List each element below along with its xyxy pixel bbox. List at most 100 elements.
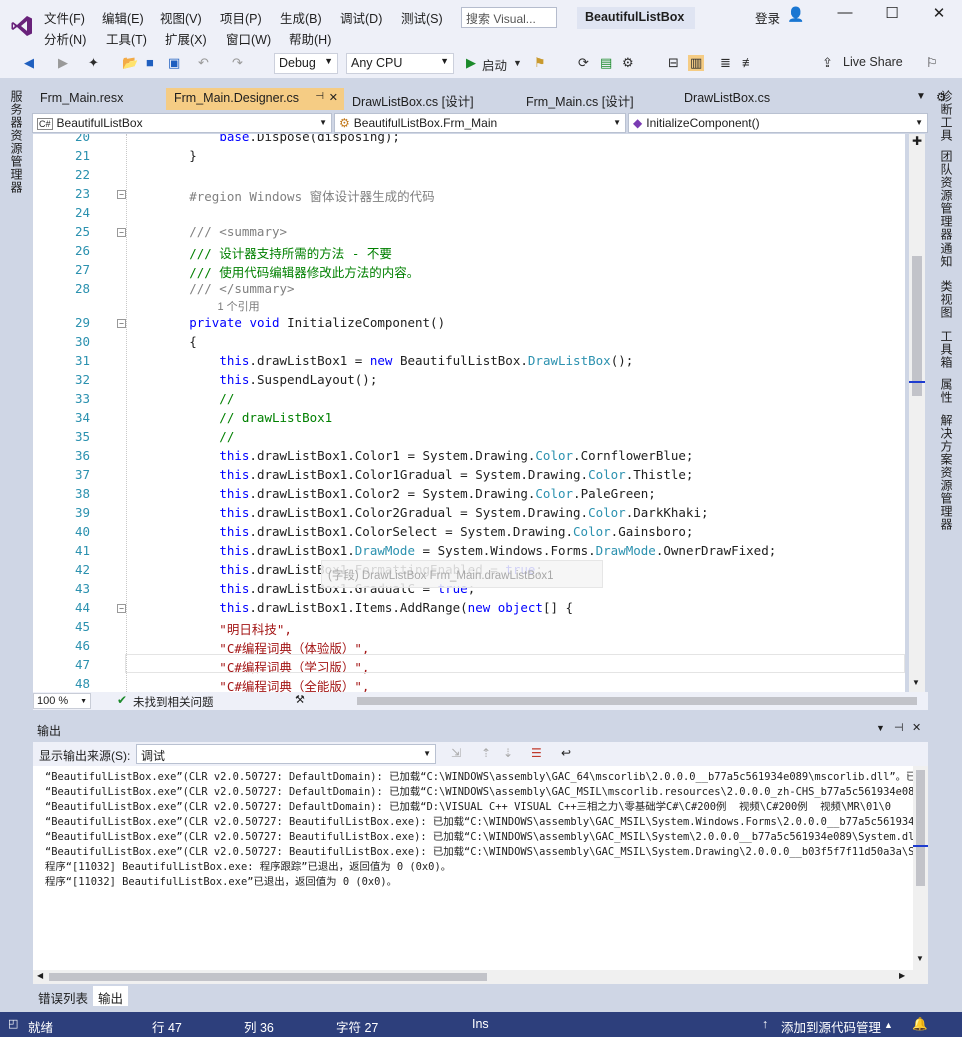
scroll-right-icon[interactable]: ▶: [899, 971, 905, 980]
editor-horizontal-scrollbar[interactable]: [357, 697, 917, 705]
search-input[interactable]: 搜索 Visual...: [461, 7, 557, 28]
scrollbar-thumb[interactable]: [916, 770, 925, 886]
tab-frm-main-designer[interactable]: Frm_Main.Designer.cs ⊣ ✕: [166, 88, 344, 110]
comment-icon[interactable]: ≣: [720, 55, 731, 71]
close-icon[interactable]: ✕: [912, 721, 921, 734]
class-view-tab[interactable]: 类视图: [938, 280, 955, 319]
menu-edit[interactable]: 编辑(E): [102, 8, 144, 27]
scroll-left-icon[interactable]: ◀: [37, 971, 43, 980]
toolbox-tab[interactable]: 工具箱: [938, 330, 955, 369]
split-icon[interactable]: ✚: [909, 134, 925, 150]
tab-output[interactable]: 输出: [93, 986, 129, 1006]
platform-select[interactable]: Any CPU ▼: [346, 53, 454, 74]
menu-build[interactable]: 生成(B): [280, 8, 322, 27]
open-folder-icon[interactable]: 📂: [122, 55, 138, 71]
collapse-region-icon[interactable]: −: [117, 319, 126, 328]
output-text[interactable]: “BeautifulListBox.exe”(CLR v2.0.50727: D…: [33, 766, 913, 970]
redo-icon[interactable]: ↷: [232, 55, 243, 71]
find-in-files-icon[interactable]: ⚑: [534, 55, 546, 71]
chevron-down-icon[interactable]: ▼: [513, 58, 522, 68]
new-project-icon[interactable]: ✦: [88, 55, 99, 71]
menu-project[interactable]: 项目(P): [220, 8, 262, 27]
collapse-region-icon[interactable]: −: [117, 190, 126, 199]
brush-icon[interactable]: ⚒: [295, 693, 305, 706]
menu-help[interactable]: 帮助(H): [289, 29, 331, 48]
uncomment-icon[interactable]: ≢: [742, 55, 755, 70]
browse-icon[interactable]: ▤: [600, 55, 612, 71]
back-icon[interactable]: ◀: [24, 55, 34, 71]
toggle-view-icon[interactable]: ▥: [688, 55, 705, 71]
notifications-tab[interactable]: 通知: [938, 242, 955, 268]
next-message-icon[interactable]: ⇣: [503, 746, 513, 760]
config-select[interactable]: Debug ▼: [274, 53, 338, 74]
forward-icon[interactable]: ▶: [58, 55, 68, 71]
collapse-region-icon[interactable]: −: [117, 228, 126, 237]
live-share-button[interactable]: Live Share: [843, 55, 903, 69]
notification-bell-icon[interactable]: 🔔: [912, 1017, 928, 1032]
scrollbar-thumb[interactable]: [49, 973, 487, 981]
save-all-icon[interactable]: ▣: [168, 55, 180, 71]
code-editor[interactable]: 20 base.Dispose(disposing); 21 } 22 23− #re…: [33, 134, 905, 692]
menu-file[interactable]: 文件(F): [44, 8, 85, 27]
output-vertical-scrollbar[interactable]: ▼: [913, 766, 928, 970]
menu-tools[interactable]: 工具(T): [106, 29, 147, 48]
user-icon[interactable]: 👤: [787, 6, 804, 23]
team-explorer-tab[interactable]: 团队资源管理器: [938, 150, 955, 241]
undo-icon[interactable]: ↶: [198, 55, 209, 71]
chevron-down-icon: ▼: [80, 698, 87, 705]
chevron-up-icon[interactable]: ▲: [884, 1020, 893, 1030]
output-horizontal-scrollbar[interactable]: ◀ ▶: [33, 970, 928, 984]
word-wrap-icon[interactable]: ↩: [561, 746, 571, 760]
collapse-region-icon[interactable]: −: [117, 604, 126, 613]
clear-all-icon[interactable]: ☰: [531, 746, 542, 760]
menu-test[interactable]: 测试(S): [401, 8, 443, 27]
live-share-icon[interactable]: ⇪: [822, 55, 833, 71]
class-dropdown[interactable]: ⚙ BeautifulListBox.Frm_Main ▼: [334, 113, 626, 133]
menu-window[interactable]: 窗口(W): [226, 29, 271, 48]
tab-drawlistbox-design[interactable]: DrawListBox.cs [设计]: [344, 88, 518, 110]
server-explorer-tab[interactable]: 服务器资源管理器: [8, 90, 25, 194]
pin-icon[interactable]: ⊣: [894, 721, 904, 734]
properties-tab[interactable]: 属性: [938, 378, 955, 404]
status-ins[interactable]: Ins: [472, 1017, 489, 1031]
start-button-label[interactable]: 启动: [482, 55, 507, 74]
feedback-icon[interactable]: ⚐: [926, 55, 938, 71]
menu-debug[interactable]: 调试(D): [340, 8, 382, 27]
close-icon[interactable]: ✕: [329, 91, 338, 104]
settings-gear-icon[interactable]: ⚙: [622, 55, 634, 71]
settings-gear-icon[interactable]: ⚙: [936, 90, 947, 104]
pane-options-icon[interactable]: ▼: [876, 723, 885, 733]
tab-overflow-icon[interactable]: ▼: [916, 91, 926, 102]
refresh-icon[interactable]: ⟳: [578, 55, 589, 71]
tab-frm-main-resx[interactable]: Frm_Main.resx: [32, 88, 166, 110]
start-icon[interactable]: ▶: [466, 55, 476, 71]
menu-view[interactable]: 视图(V): [160, 8, 202, 27]
save-icon[interactable]: ■: [146, 55, 154, 70]
member-dropdown[interactable]: ◆ InitializeComponent() ▼: [628, 113, 928, 133]
add-to-source-control[interactable]: 添加到源代码管理: [781, 1017, 881, 1036]
tab-error-list[interactable]: 错误列表: [33, 986, 93, 1006]
code-text: private void InitializeComponent(): [189, 315, 446, 330]
project-dropdown[interactable]: C# BeautifulListBox ▼: [32, 113, 332, 133]
tab-frm-main-design[interactable]: Frm_Main.cs [设计]: [518, 88, 676, 110]
output-source-select[interactable]: 调试 ▼: [136, 744, 436, 764]
previous-message-icon[interactable]: ⇡: [481, 746, 491, 760]
find-message-icon[interactable]: ⇲: [451, 746, 461, 760]
scroll-down-icon[interactable]: ▼: [916, 954, 924, 963]
tab-drawlistbox-cs[interactable]: DrawListBox.cs: [676, 88, 818, 110]
minimize-button[interactable]: —: [830, 4, 860, 28]
maximize-button[interactable]: ☐: [877, 4, 907, 28]
codelens-references[interactable]: 1 个引用: [129, 298, 259, 314]
zoom-select[interactable]: 100 % ▼: [33, 693, 91, 709]
login-link[interactable]: 登录: [755, 8, 780, 27]
solution-explorer-tab[interactable]: 解决方案资源管理器: [938, 414, 955, 531]
editor-vertical-scrollbar[interactable]: ✚ ▼: [909, 134, 925, 692]
scroll-down-icon[interactable]: ▼: [912, 678, 920, 687]
close-button[interactable]: ✕: [924, 4, 954, 28]
pin-icon[interactable]: ⊣: [315, 91, 324, 102]
scrollbar-thumb[interactable]: [912, 256, 922, 396]
issues-status[interactable]: 未找到相关问题: [133, 694, 214, 710]
menu-extensions[interactable]: 扩展(X): [165, 29, 207, 48]
menu-analyze[interactable]: 分析(N): [44, 29, 86, 48]
layout-icon[interactable]: ⊟: [668, 55, 679, 71]
